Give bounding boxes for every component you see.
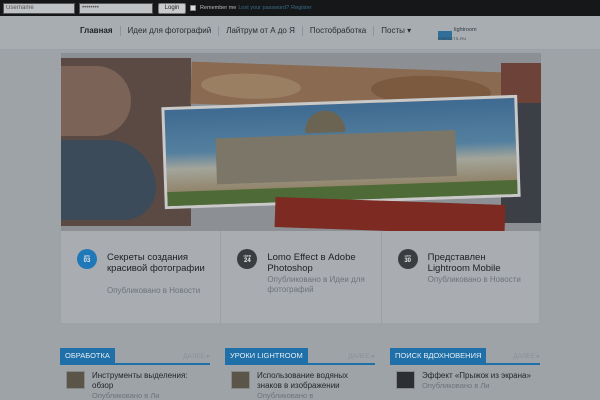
remember-checkbox[interactable] — [190, 5, 196, 11]
cathedral-dome — [304, 109, 346, 134]
post-meta: Опубликовано в Новости — [107, 286, 201, 295]
post-thumbnail[interactable] — [396, 371, 415, 389]
category-post-title[interactable]: Использование водяных знаков в изображен… — [257, 371, 375, 391]
category-more-link[interactable]: ДАЛЕЕ ▸ — [513, 352, 540, 360]
post-title[interactable]: Lomo Effect в Adobe Photoshop — [267, 252, 367, 274]
post-thumbnail[interactable] — [66, 371, 85, 389]
username-input[interactable] — [3, 2, 75, 14]
category-post-title[interactable]: Эффект «Прыжок из экрана» — [422, 371, 540, 381]
remember-group: Remember me Lost your password? Register — [190, 5, 312, 11]
password-input[interactable] — [79, 2, 153, 14]
post-date-badge: фев 24 — [237, 249, 258, 269]
slide-cathedral-image — [161, 94, 521, 210]
main-content: дек 03 Секреты создания красивой фотогра… — [60, 52, 541, 325]
featured-post[interactable]: фев 24 Lomo Effect в Adobe Photoshop Опу… — [221, 231, 382, 325]
category-post-title[interactable]: Инструменты выделения: обзор — [92, 371, 210, 391]
nav-item-lightroom[interactable]: Лайтрум от А до Я — [219, 26, 302, 36]
logo-subtitle: PRESETS.RU — [438, 36, 467, 41]
main-nav: Главная Идеи для фотографий Лайтрум от А… — [80, 26, 418, 36]
category-post-meta: Опубликовано в Ли — [92, 391, 160, 400]
login-bar: Login Remember me Lost your password? Re… — [0, 0, 600, 16]
category-header: УРОКИ LIGHTROOM ДАЛЕЕ ▸ — [225, 348, 375, 365]
category-block-lightroom: УРОКИ LIGHTROOM ДАЛЕЕ ▸ Использование во… — [225, 348, 375, 400]
post-date-badge: дек 03 — [77, 249, 97, 269]
category-post[interactable]: Эффект «Прыжок из экрана» Опубликовано в… — [390, 371, 540, 391]
post-day: 30 — [404, 258, 411, 264]
logo-text: lightroom — [454, 27, 477, 33]
category-tag[interactable]: ПОИСК ВДОХНОВЕНИЯ — [390, 348, 487, 364]
category-more-link[interactable]: ДАЛЕЕ ▸ — [183, 352, 210, 360]
register-link[interactable]: Register — [291, 5, 311, 11]
portrait-detail — [61, 66, 131, 136]
nav-item-postprocessing[interactable]: Постобработка — [303, 26, 373, 36]
cathedral-building — [215, 129, 457, 185]
category-header: ОБРАБОТКА ДАЛЕЕ ▸ — [60, 348, 210, 365]
category-post[interactable]: Использование водяных знаков в изображен… — [225, 371, 375, 400]
post-title[interactable]: Секреты создания красивой фотографии — [107, 252, 207, 274]
featured-post[interactable]: сен 30 Представлен Lightroom Mobile Опуб… — [382, 231, 541, 325]
site-logo[interactable]: lightroom PRESETS.RU — [438, 27, 482, 41]
remember-label: Remember me — [200, 5, 237, 11]
featured-posts: дек 03 Секреты создания красивой фотогра… — [61, 231, 541, 325]
post-thumbnail[interactable] — [231, 371, 250, 389]
category-header: ПОИСК ВДОХНОВЕНИЯ ДАЛЕЕ ▸ — [390, 348, 540, 365]
post-meta: Опубликовано в Новости — [427, 275, 521, 284]
category-post-meta: Опубликовано в — [257, 391, 314, 400]
food-detail — [200, 71, 302, 101]
nav-item-photo-ideas[interactable]: Идеи для фотографий — [121, 26, 219, 36]
post-meta: Опубликовано в Идеи для фотографий — [267, 275, 365, 294]
site-header: Главная Идеи для фотографий Лайтрум от А… — [0, 16, 600, 50]
category-tag[interactable]: УРОКИ LIGHTROOM — [225, 348, 308, 364]
nav-item-home[interactable]: Главная — [80, 26, 120, 36]
category-block-inspiration: ПОИСК ВДОХНОВЕНИЯ ДАЛЕЕ ▸ Эффект «Прыжок… — [390, 348, 540, 400]
post-date-badge: сен 30 — [397, 249, 418, 269]
featured-slider[interactable] — [61, 53, 541, 231]
lost-password-link[interactable]: Lost your password? — [238, 5, 289, 11]
category-more-link[interactable]: ДАЛЕЕ ▸ — [348, 352, 375, 360]
login-button[interactable]: Login — [158, 2, 186, 14]
slide-flowers-image — [274, 196, 506, 231]
nav-item-posts-dropdown[interactable]: Посты ▾ — [374, 26, 418, 36]
portrait-detail — [61, 140, 156, 220]
featured-post[interactable]: дек 03 Секреты создания красивой фотогра… — [61, 231, 222, 325]
category-post-meta: Опубликовано в Ли — [422, 381, 490, 390]
category-post[interactable]: Инструменты выделения: обзор Опубликован… — [60, 371, 210, 400]
post-day: 24 — [243, 258, 251, 264]
post-day: 03 — [83, 258, 91, 264]
post-title[interactable]: Представлен Lightroom Mobile — [428, 252, 528, 274]
category-block-processing: ОБРАБОТКА ДАЛЕЕ ▸ Инструменты выделения:… — [60, 348, 210, 400]
category-tag[interactable]: ОБРАБОТКА — [60, 348, 115, 364]
